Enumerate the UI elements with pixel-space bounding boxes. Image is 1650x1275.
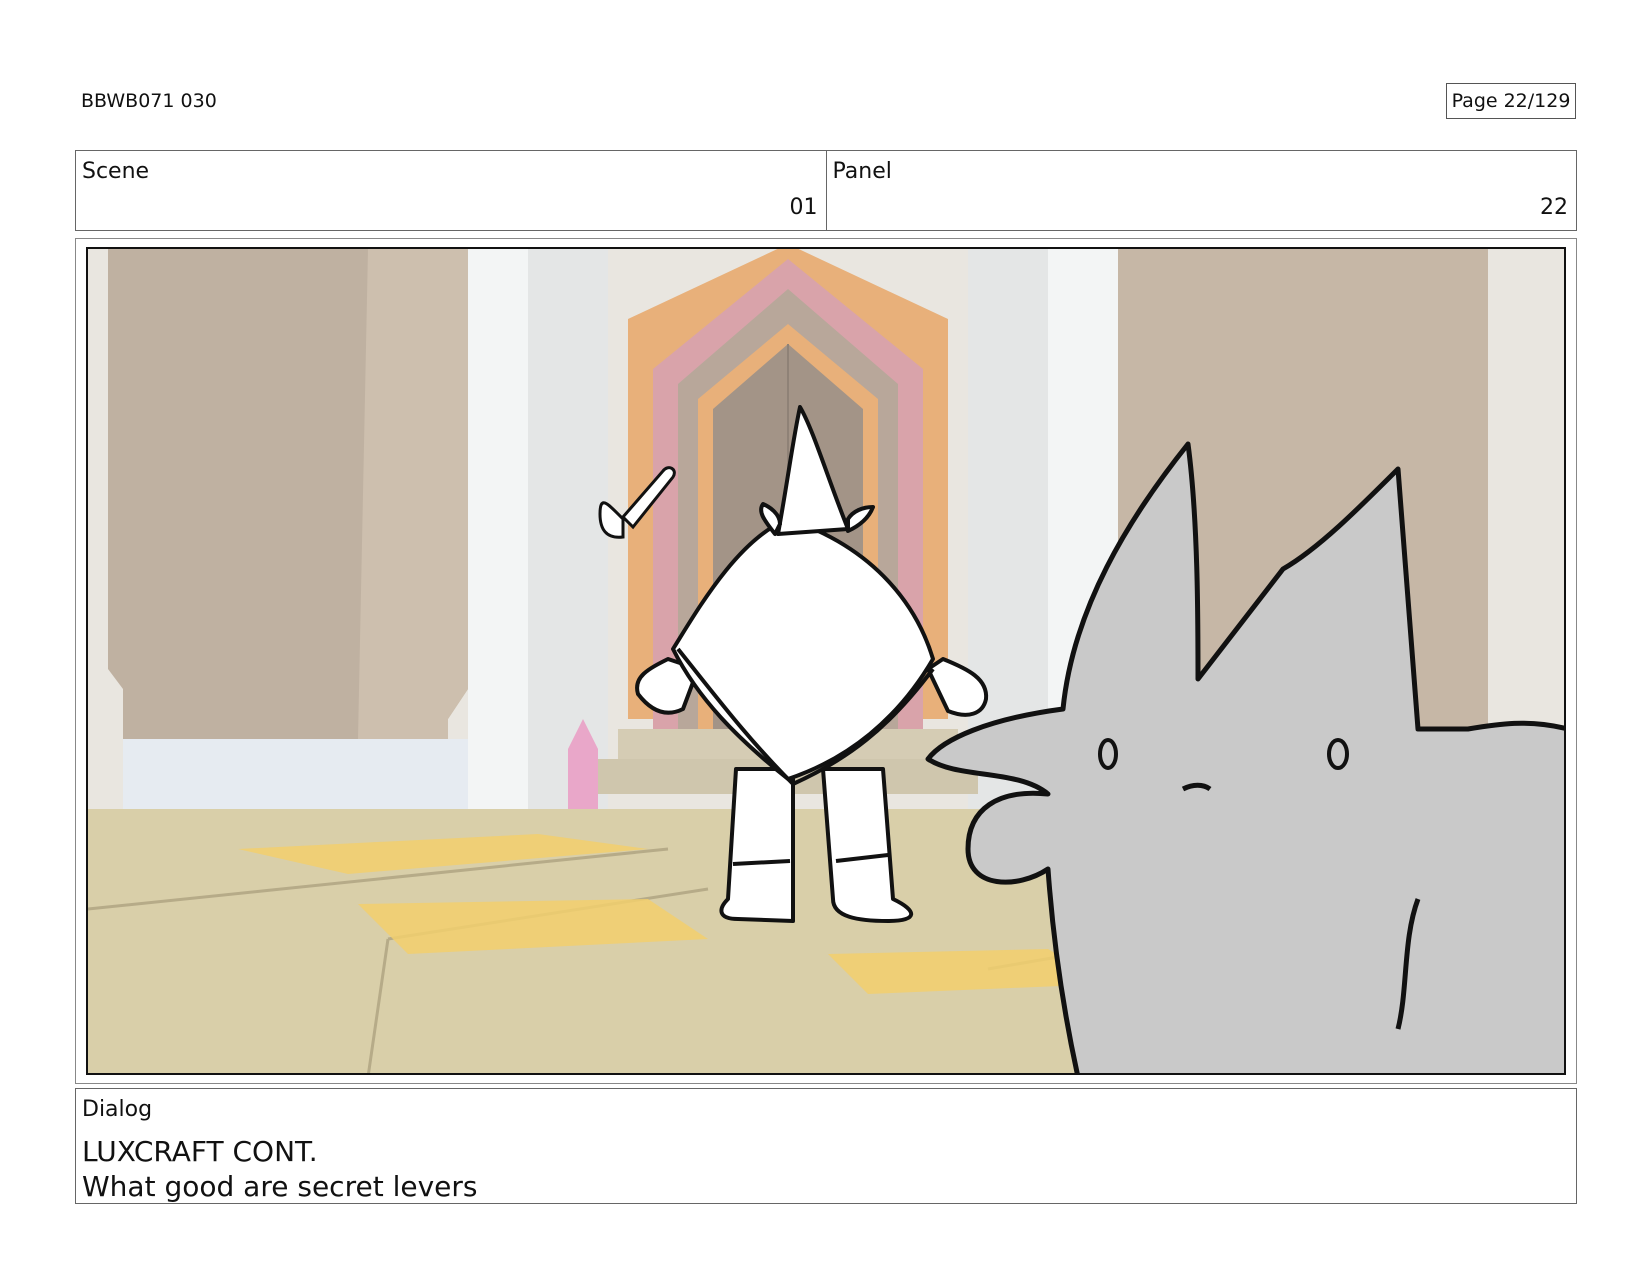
dialog-section: Dialog LUXCRAFT CONT. What good are secr… xyxy=(75,1088,1577,1204)
scene-number: 01 xyxy=(789,195,818,220)
scene-label: Scene xyxy=(82,159,150,184)
panel-number: 22 xyxy=(1540,195,1568,220)
left-pillar-shadow xyxy=(528,249,608,829)
document-id: BBWB071 030 xyxy=(81,90,217,112)
storyboard-image xyxy=(86,247,1566,1075)
dialog-text-line: What good are secret levers xyxy=(82,1170,478,1203)
dialog-character-line: LUXCRAFT CONT. xyxy=(82,1135,318,1168)
left-wall-shade xyxy=(358,249,468,739)
scene-cell: Scene 01 xyxy=(76,151,826,230)
page-indicator: Page 22/129 xyxy=(1446,83,1576,119)
panel-label: Panel xyxy=(832,159,892,184)
left-pillar xyxy=(468,249,528,829)
left-wall-base xyxy=(123,739,468,819)
page-label: Page xyxy=(1451,90,1498,112)
dialog-label: Dialog xyxy=(82,1097,153,1122)
page-number: 22/129 xyxy=(1503,90,1571,112)
storyboard-panel-frame xyxy=(75,238,1577,1084)
scene-panel-header: Scene 01 Panel 22 xyxy=(75,150,1577,231)
panel-cell: Panel 22 xyxy=(825,151,1577,230)
